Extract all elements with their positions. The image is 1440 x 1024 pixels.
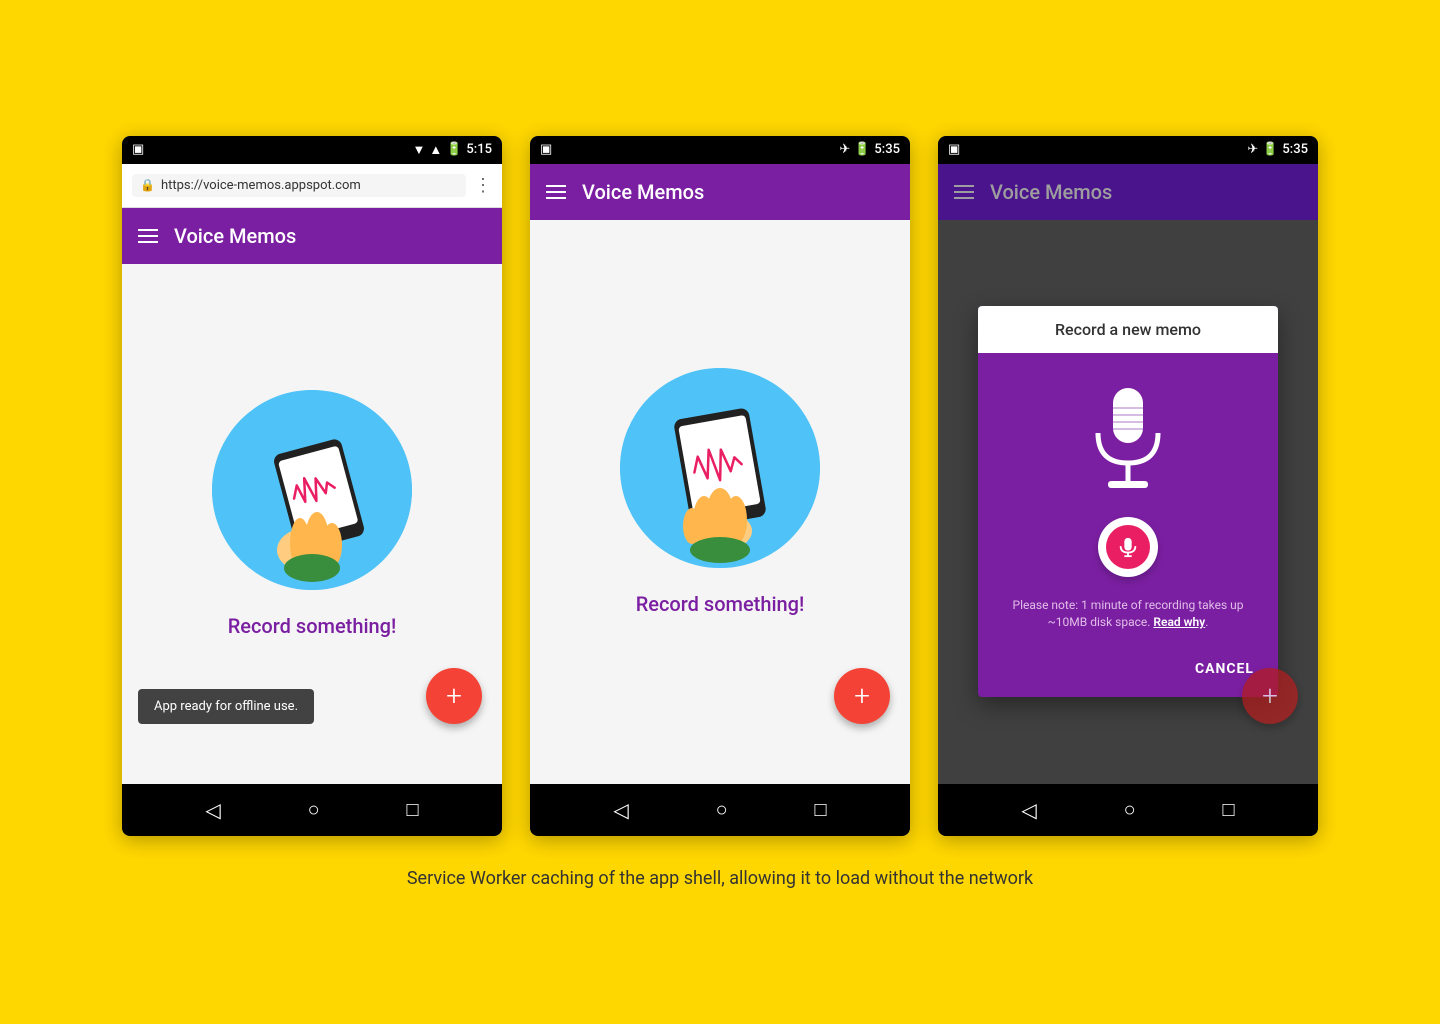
back-button-2[interactable]: ◁ (613, 798, 628, 822)
snackbar-text: App ready for offline use. (154, 699, 298, 714)
mic-svg (1083, 383, 1173, 493)
app-content-3: Record a new memo (938, 220, 1318, 784)
recents-button-2[interactable]: □ (814, 797, 826, 822)
fab-icon-1: + (446, 679, 462, 712)
hamburger-menu-1[interactable] (138, 229, 158, 243)
read-why-link[interactable]: Read why (1153, 615, 1205, 629)
illustration-circle-2 (620, 368, 820, 568)
app-title-2: Voice Memos (582, 180, 704, 204)
fab-2[interactable]: + (834, 668, 890, 724)
phone-1: ▣ ▼ ▲ 🔋 5:15 🔒 https://voice-memos.appsp… (122, 136, 502, 836)
hamburger-menu-3[interactable] (954, 185, 974, 199)
recents-button-3[interactable]: □ (1222, 797, 1234, 822)
dialog-title: Record a new memo (978, 306, 1278, 353)
bottom-nav-2: ◁ ○ □ (530, 784, 910, 836)
lock-icon: 🔒 (140, 178, 155, 192)
record-btn-inner (1106, 525, 1150, 569)
record-text-1: Record something! (228, 614, 397, 638)
status-time-1: 5:15 (466, 142, 492, 157)
signal-icon: ▲ (429, 142, 442, 158)
status-icons-right-3: ✈ 🔋 5:35 (1247, 142, 1308, 157)
sim-icon: ▣ (132, 142, 144, 157)
mic-illustration (1083, 383, 1173, 497)
app-bar-1: Voice Memos (122, 208, 502, 264)
home-button-2[interactable]: ○ (716, 797, 728, 822)
home-button-3[interactable]: ○ (1124, 797, 1136, 822)
home-button-1[interactable]: ○ (308, 797, 320, 822)
status-bar-3: ▣ ✈ 🔋 5:35 (938, 136, 1318, 164)
snackbar-1: App ready for offline use. (138, 689, 314, 724)
fab-icon-2: + (854, 679, 870, 712)
phone-hand-illustration-1 (212, 390, 412, 590)
url-text: https://voice-memos.appspot.com (161, 178, 361, 193)
browser-url-bar[interactable]: 🔒 https://voice-memos.appspot.com (132, 174, 466, 197)
bottom-nav-1: ◁ ○ □ (122, 784, 502, 836)
back-button-1[interactable]: ◁ (205, 798, 220, 822)
record-button[interactable] (1098, 517, 1158, 577)
mic-btn-icon (1117, 536, 1139, 558)
caption-text: Service Worker caching of the app shell,… (407, 868, 1033, 889)
wifi-icon: ▼ (412, 142, 425, 158)
phones-container: ▣ ▼ ▲ 🔋 5:15 🔒 https://voice-memos.appsp… (122, 136, 1318, 836)
fab-3[interactable]: + (1242, 668, 1298, 724)
app-title-3: Voice Memos (990, 180, 1112, 204)
sim-icon-2: ▣ (540, 142, 552, 157)
app-content-1: Record something! App ready for offline … (122, 264, 502, 784)
status-bar-2: ▣ ✈ 🔋 5:35 (530, 136, 910, 164)
fab-icon-3: + (1262, 679, 1278, 712)
more-icon[interactable]: ⋮ (474, 175, 492, 196)
status-time-3: 5:35 (1282, 142, 1308, 157)
status-icons-left-3: ▣ (948, 142, 960, 157)
bottom-nav-3: ◁ ○ □ (938, 784, 1318, 836)
battery-icon-3: 🔋 (1262, 142, 1278, 157)
browser-bar: 🔒 https://voice-memos.appspot.com ⋮ (122, 164, 502, 208)
phone-hand-illustration-2 (620, 368, 820, 568)
status-icons-right-2: ✈ 🔋 5:35 (839, 142, 900, 157)
app-title-1: Voice Memos (174, 224, 296, 248)
dialog-body: Please note: 1 minute of recording takes… (978, 353, 1278, 647)
airplane-icon-2: ✈ (839, 142, 850, 157)
record-dialog: Record a new memo (978, 306, 1278, 697)
status-icons-right: ▼ ▲ 🔋 5:15 (412, 142, 492, 158)
dialog-actions: CANCEL (978, 647, 1278, 697)
illustration-circle-1 (212, 390, 412, 590)
back-button-3[interactable]: ◁ (1021, 798, 1036, 822)
sim-icon-3: ▣ (948, 142, 960, 157)
app-bar-2: Voice Memos (530, 164, 910, 220)
fab-1[interactable]: + (426, 668, 482, 724)
battery-icon-2: 🔋 (854, 142, 870, 157)
status-icons-left-2: ▣ (540, 142, 552, 157)
phone-3: ▣ ✈ 🔋 5:35 Voice Memos Record a new memo (938, 136, 1318, 836)
status-icons-left: ▣ (132, 142, 144, 157)
app-bar-3: Voice Memos (938, 164, 1318, 220)
app-content-2: Record something! + (530, 220, 910, 784)
hamburger-menu-2[interactable] (546, 185, 566, 199)
status-bar-1: ▣ ▼ ▲ 🔋 5:15 (122, 136, 502, 164)
status-time-2: 5:35 (874, 142, 900, 157)
recents-button-1[interactable]: □ (406, 797, 418, 822)
record-text-2: Record something! (636, 592, 805, 616)
airplane-icon-3: ✈ (1247, 142, 1258, 157)
phone-2: ▣ ✈ 🔋 5:35 Voice Memos (530, 136, 910, 836)
dialog-note: Please note: 1 minute of recording takes… (998, 597, 1258, 631)
battery-icon: 🔋 (446, 142, 462, 157)
